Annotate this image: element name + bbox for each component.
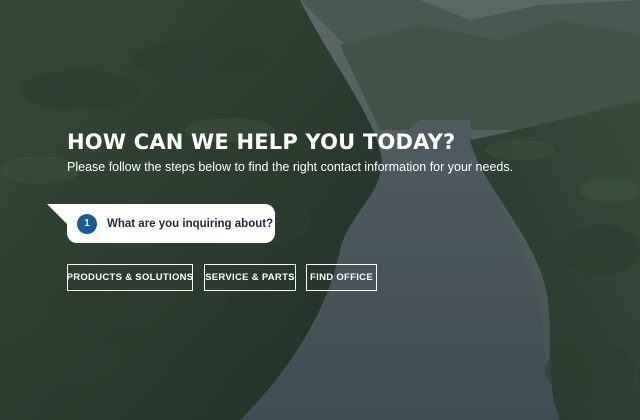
callout-tail [47,204,67,224]
products-solutions-button[interactable]: PRODUCTS & SOLUTIONS [67,264,193,291]
hero-content: HOW CAN WE HELP YOU TODAY? Please follow… [67,128,587,175]
page-subtitle: Please follow the steps below to find th… [67,160,514,174]
service-parts-button[interactable]: SERVICE & PARTS [204,264,296,291]
step-callout: 1 What are you inquiring about? [47,204,275,243]
find-office-button[interactable]: FIND OFFICE [306,264,377,291]
step-number-badge: 1 [77,213,97,234]
step-question: What are you inquiring about? [107,217,274,230]
page-title: HOW CAN WE HELP YOU TODAY? [67,130,456,154]
